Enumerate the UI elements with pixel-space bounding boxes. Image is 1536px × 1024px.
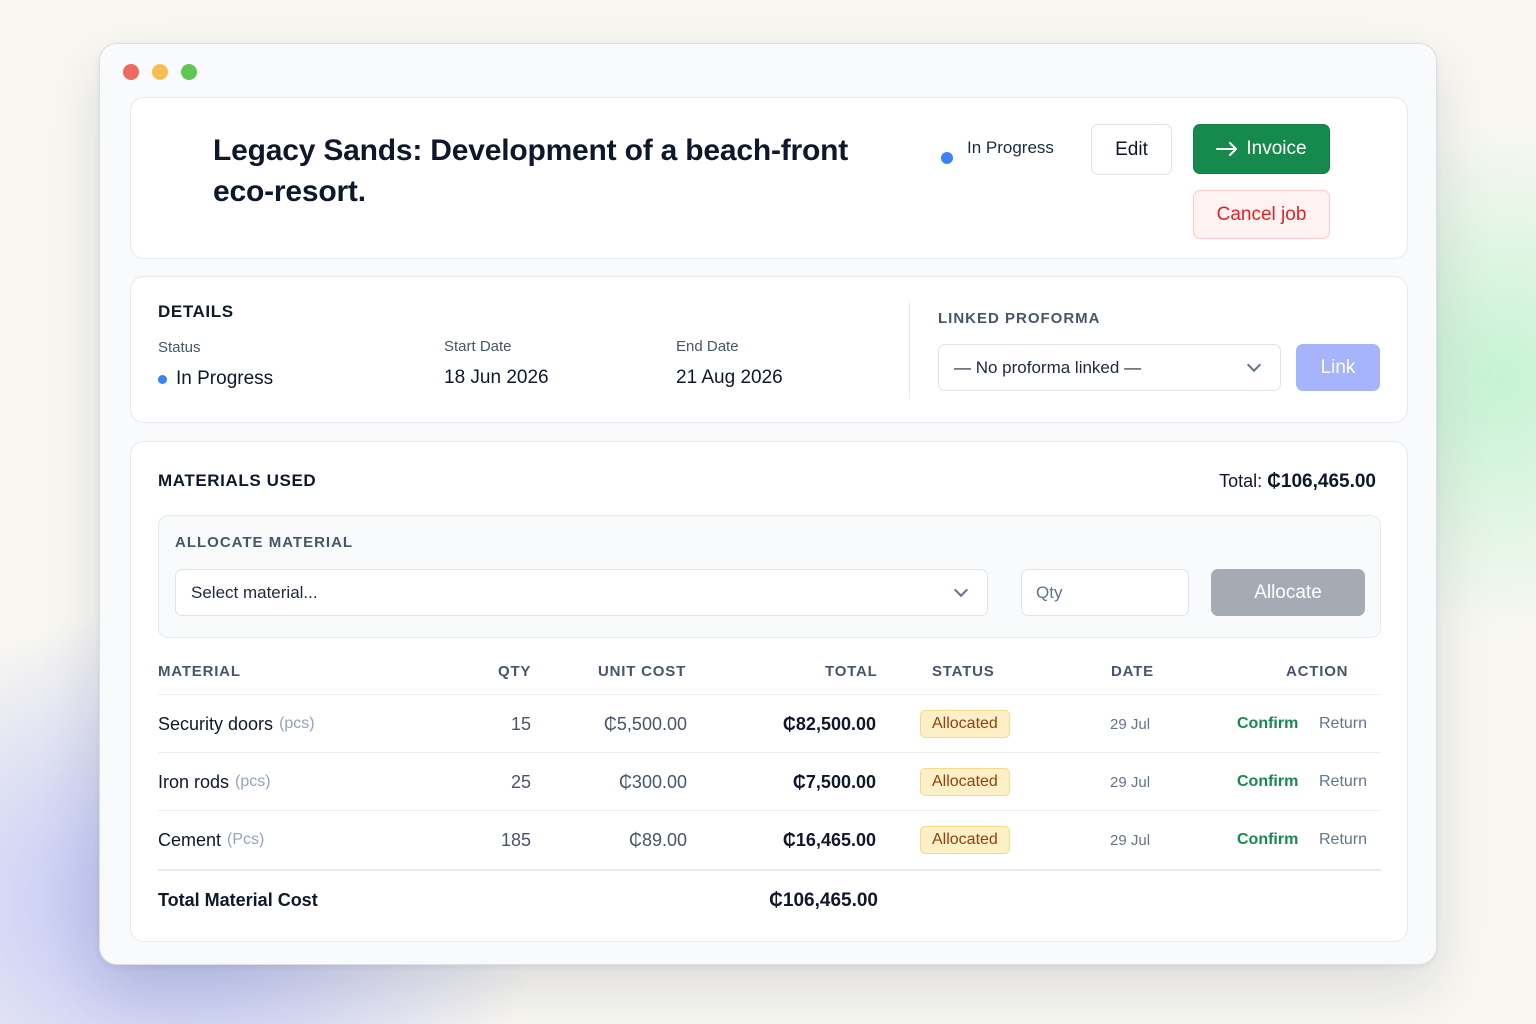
section-divider — [909, 301, 910, 399]
total-cell: ₵82,500.00 — [782, 713, 876, 734]
chevron-down-icon — [1246, 357, 1262, 372]
confirm-link-label: Confirm — [1237, 773, 1299, 790]
allocate-material-title: ALLOCATE MATERIAL — [175, 534, 354, 551]
material-name-cell: Iron rods (pcs) — [158, 753, 271, 811]
return-link-label: Return — [1319, 773, 1368, 790]
status-label: Status — [158, 339, 201, 356]
minimize-window-button[interactable] — [152, 64, 168, 80]
date-cell: 29 Jul — [1110, 715, 1151, 733]
status-dot-icon — [158, 374, 167, 384]
unit-cost-cell: ₵5,500.00 — [603, 713, 687, 734]
invoice-button[interactable]: Invoice — [1193, 124, 1330, 174]
end-date-label: End Date — [676, 338, 739, 355]
col-header-total: TOTAL — [825, 663, 878, 680]
total-cell: ₵16,465.00 — [782, 829, 876, 850]
status-value: In Progress — [158, 368, 273, 390]
confirm-link-label: Confirm — [1237, 831, 1299, 848]
start-date-value: 18 Jun 2026 — [444, 367, 549, 388]
col-header-date: DATE — [1111, 663, 1154, 680]
start-date-label: Start Date — [444, 338, 512, 355]
status-badge: Allocated — [920, 768, 1010, 796]
job-header-card: Legacy Sands: Development of a beach-fro… — [130, 97, 1408, 259]
materials-total-value: ₵106,465.00 — [1267, 471, 1376, 492]
allocate-material-panel: ALLOCATE MATERIAL Select material... All… — [158, 515, 1381, 638]
link-proforma-button[interactable]: Link — [1296, 344, 1380, 391]
total-material-cost-label: Total Material Cost — [158, 890, 318, 910]
total-cell: ₵7,500.00 — [792, 771, 876, 792]
total-material-cost-row: Total Material Cost ₵106,465.00 — [158, 869, 1381, 927]
material-name-cell: Cement (Pcs) — [158, 811, 264, 869]
confirm-link[interactable]: Confirm — [1237, 753, 1298, 811]
return-link-label: Return — [1319, 831, 1368, 848]
status-cell: Allocated — [920, 695, 1010, 753]
return-link[interactable]: Return — [1319, 811, 1367, 869]
status-badge: Allocated — [920, 826, 1010, 854]
page-title: Legacy Sands: Development of a beach-fro… — [213, 134, 849, 208]
table-row: Cement (Pcs) 185 ₵89.00 ₵16,465.00 Alloc… — [158, 810, 1381, 868]
material-select-placeholder: Select material... — [191, 582, 318, 602]
unit-cost-cell: ₵300.00 — [618, 771, 687, 792]
date-cell: 29 Jul — [1110, 831, 1151, 849]
table-row: Security doors (pcs) 15 ₵5,500.00 ₵82,50… — [158, 694, 1381, 752]
material-unit: (pcs) — [279, 715, 315, 732]
edit-button[interactable]: Edit — [1091, 124, 1172, 175]
cancel-job-label: Cancel job — [1216, 203, 1307, 225]
return-link[interactable]: Return — [1319, 753, 1367, 811]
linked-proforma-title: LINKED PROFORMA — [938, 310, 1101, 327]
proforma-select[interactable]: — No proforma linked — — [938, 344, 1281, 391]
chevron-down-icon — [953, 582, 969, 597]
return-link[interactable]: Return — [1319, 695, 1367, 753]
col-header-unit-cost: UNIT COST — [598, 663, 687, 680]
materials-section-title: MATERIALS USED — [158, 471, 317, 490]
return-link-label: Return — [1319, 715, 1368, 732]
qty-cell: 15 — [510, 713, 531, 734]
date-cell: 29 Jul — [1110, 773, 1151, 791]
proforma-select-value: — No proforma linked — — [954, 357, 1142, 377]
table-row: Iron rods (pcs) 25 ₵300.00 ₵7,500.00 All… — [158, 752, 1381, 810]
close-window-button[interactable] — [123, 64, 139, 80]
window-controls — [123, 64, 197, 80]
material-name: Iron rods — [158, 771, 230, 792]
unit-cost-cell: ₵89.00 — [628, 829, 687, 850]
details-section-title: DETAILS — [158, 302, 234, 321]
material-unit: (Pcs) — [227, 831, 265, 848]
material-name: Security doors — [158, 713, 274, 734]
edit-button-label: Edit — [1115, 138, 1148, 160]
end-date-value: 21 Aug 2026 — [676, 367, 783, 388]
link-button-label: Link — [1320, 356, 1356, 378]
header-status-text: In Progress — [967, 138, 1054, 157]
material-unit: (pcs) — [235, 773, 271, 790]
materials-card: MATERIALS USED Total: ₵106,465.00 ALLOCA… — [130, 441, 1408, 942]
invoice-button-label: Invoice — [1246, 138, 1307, 159]
confirm-link-label: Confirm — [1237, 715, 1299, 732]
arrow-right-icon — [1216, 142, 1238, 156]
status-value-text: In Progress — [176, 368, 274, 389]
confirm-link[interactable]: Confirm — [1237, 695, 1298, 753]
status-dot-icon — [941, 152, 953, 164]
details-card: DETAILS Status In Progress Start Date 18… — [130, 276, 1408, 423]
allocate-button[interactable]: Allocate — [1211, 569, 1365, 616]
col-header-action: ACTION — [1286, 663, 1349, 680]
qty-input[interactable] — [1021, 569, 1189, 616]
materials-total: Total: ₵106,465.00 — [1219, 471, 1376, 493]
allocate-button-label: Allocate — [1254, 581, 1322, 603]
col-header-qty: QTY — [498, 663, 532, 680]
confirm-link[interactable]: Confirm — [1237, 811, 1298, 869]
app-window: Legacy Sands: Development of a beach-fro… — [99, 43, 1437, 965]
qty-cell: 25 — [510, 771, 531, 792]
status-cell: Allocated — [920, 811, 1010, 869]
cancel-job-button[interactable]: Cancel job — [1193, 190, 1330, 239]
material-name: Cement — [158, 829, 222, 850]
material-name-cell: Security doors (pcs) — [158, 695, 315, 753]
col-header-material: MATERIAL — [158, 663, 241, 680]
total-material-cost-value: ₵106,465.00 — [769, 890, 878, 911]
col-header-status: STATUS — [932, 663, 995, 680]
status-badge: Allocated — [920, 710, 1010, 738]
header-status: In Progress — [941, 136, 1057, 164]
materials-total-label: Total: — [1219, 471, 1263, 491]
qty-cell: 185 — [500, 829, 531, 850]
maximize-window-button[interactable] — [181, 64, 197, 80]
material-select[interactable]: Select material... — [175, 569, 988, 616]
status-cell: Allocated — [920, 753, 1010, 811]
